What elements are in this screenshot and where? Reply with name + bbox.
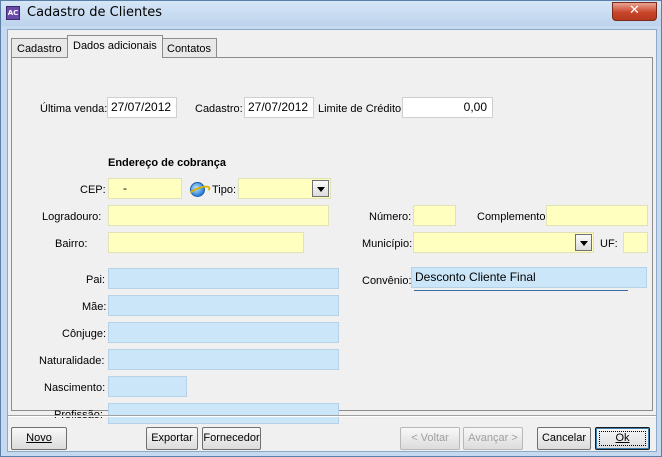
avancar-button[interactable]: Avançar > — [463, 427, 523, 450]
ok-button[interactable]: Ok — [595, 427, 650, 450]
naturalidade-label: Naturalidade: — [39, 355, 105, 367]
novo-button[interactable]: Novo — [11, 427, 67, 450]
chevron-down-icon[interactable] — [312, 180, 329, 197]
cep-field[interactable]: - — [108, 178, 182, 199]
app-icon: AC — [6, 6, 20, 20]
nascimento-field[interactable] — [108, 376, 187, 397]
limite-credito-field[interactable]: 0,00 — [402, 97, 493, 118]
focus-rectangle — [599, 431, 646, 446]
tipo-select[interactable] — [238, 178, 331, 199]
cancelar-button[interactable]: Cancelar — [537, 427, 591, 450]
bairro-label: Bairro: — [55, 238, 88, 250]
exportar-button[interactable]: Exportar — [146, 427, 198, 450]
voltar-label: < Voltar — [411, 432, 449, 444]
pai-label: Pai: — [86, 274, 105, 286]
window-title: Cadastro de Clientes — [27, 5, 163, 20]
cep-label: CEP: — [80, 184, 106, 196]
profissao-field[interactable] — [108, 403, 339, 424]
convenio-underline — [414, 290, 628, 291]
conjuge-field[interactable] — [108, 322, 339, 343]
mae-field[interactable] — [108, 295, 339, 316]
chevron-down-icon[interactable] — [575, 234, 592, 251]
web-search-icon[interactable] — [190, 182, 205, 197]
convenio-field[interactable]: Desconto Cliente Final — [411, 267, 647, 288]
logradouro-field[interactable] — [108, 205, 329, 226]
novo-label: Novo — [26, 432, 52, 444]
pai-field[interactable] — [108, 268, 339, 289]
ultima-venda-label: Última venda: — [40, 103, 108, 115]
exportar-label: Exportar — [151, 432, 193, 444]
numero-label: Número: — [369, 211, 412, 223]
voltar-button[interactable]: < Voltar — [400, 427, 460, 450]
nascimento-label: Nascimento: — [44, 382, 106, 394]
tab-cadastro[interactable]: Cadastro — [11, 38, 68, 57]
mae-label: Mãe: — [82, 301, 107, 313]
bairro-field[interactable] — [108, 232, 304, 253]
cancelar-label: Cancelar — [541, 432, 587, 444]
endereco-cobranca-title: Endereço de cobrança — [108, 157, 226, 169]
uf-field[interactable] — [623, 232, 648, 253]
fornecedor-button[interactable]: Fornecedor — [202, 427, 261, 450]
tipo-label: Tipo: — [212, 184, 237, 196]
naturalidade-field[interactable] — [108, 349, 339, 370]
limite-credito-label: Limite de Crédito: — [318, 103, 405, 115]
tab-contatos[interactable]: Contatos — [161, 38, 218, 57]
logradouro-label: Logradouro: — [42, 211, 102, 223]
tab-dados-adicionais[interactable]: Dados adicionais — [67, 35, 163, 58]
tab-panel-dados-adicionais: Última venda: 27/07/2012 Cadastro: 27/07… — [11, 57, 653, 424]
conjuge-label: Cônjuge: — [62, 328, 107, 340]
municipio-label: Município: — [362, 238, 413, 250]
convenio-label: Convênio: — [362, 275, 412, 287]
complemento-label: Complemento: — [477, 211, 549, 223]
client-area: Cadastro Dados adicionais Contatos Últim… — [7, 29, 657, 452]
numero-field[interactable] — [413, 205, 456, 226]
title-bar[interactable]: AC Cadastro de Clientes ✕ — [1, 1, 661, 26]
uf-label: UF: — [600, 238, 618, 250]
cadastro-field[interactable]: 27/07/2012 — [244, 97, 314, 118]
cadastro-label: Cadastro: — [195, 103, 243, 115]
cadastro-clientes-window: AC Cadastro de Clientes ✕ Cadastro Dados… — [0, 0, 662, 457]
avancar-label: Avançar > — [468, 432, 518, 444]
close-button[interactable]: ✕ — [612, 2, 657, 21]
municipio-select[interactable] — [413, 232, 594, 253]
ultima-venda-field[interactable]: 27/07/2012 — [107, 97, 177, 118]
complemento-field[interactable] — [546, 205, 648, 226]
fornecedor-label: Fornecedor — [203, 432, 260, 444]
button-separator — [8, 415, 656, 417]
